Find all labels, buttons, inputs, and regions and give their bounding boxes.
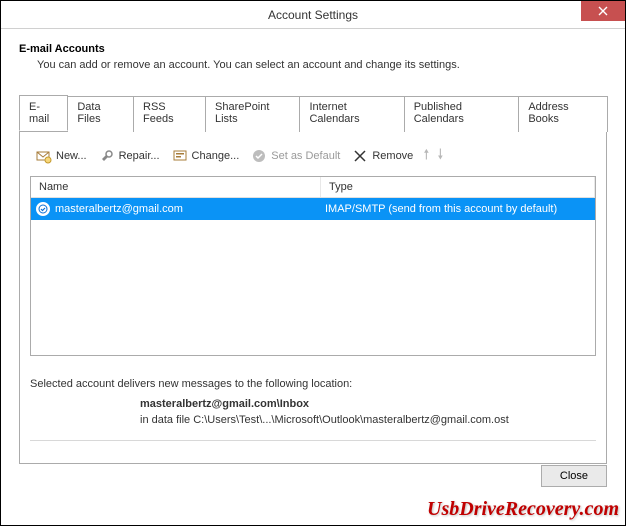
section-subheading: You can add or remove an account. You ca… <box>37 59 607 71</box>
section-heading: E-mail Accounts <box>19 43 607 55</box>
window-title: Account Settings <box>268 8 358 22</box>
col-header-type[interactable]: Type <box>321 177 595 197</box>
delivery-info: Selected account delivers new messages t… <box>30 378 596 426</box>
new-mail-icon <box>36 148 52 164</box>
dialog-footer: Close <box>541 465 607 487</box>
change-label: Change... <box>192 150 240 162</box>
new-button[interactable]: New... <box>32 146 91 166</box>
check-icon <box>251 148 267 164</box>
remove-label: Remove <box>372 150 413 162</box>
close-button[interactable]: Close <box>541 465 607 487</box>
delivery-path: in data file C:\Users\Test\...\Microsoft… <box>140 414 596 426</box>
new-label: New... <box>56 150 87 162</box>
toolbar: New... Repair... Change... <box>30 140 596 176</box>
move-up-icon: 🠕 <box>421 144 431 168</box>
account-list: Name Type masteralbertz@gmail.com IMAP/S… <box>30 176 596 356</box>
tab-data-files[interactable]: Data Files <box>67 96 134 132</box>
change-button[interactable]: Change... <box>168 146 244 166</box>
list-item[interactable]: masteralbertz@gmail.com IMAP/SMTP (send … <box>31 198 595 220</box>
remove-icon <box>352 148 368 164</box>
tab-address-books[interactable]: Address Books <box>518 96 608 132</box>
tab-published-calendars[interactable]: Published Calendars <box>404 96 520 132</box>
tab-rss-feeds[interactable]: RSS Feeds <box>133 96 206 132</box>
account-name: masteralbertz@gmail.com <box>55 203 325 215</box>
list-header: Name Type <box>31 177 595 198</box>
col-header-name[interactable]: Name <box>31 177 321 197</box>
divider <box>30 440 596 441</box>
delivery-label: Selected account delivers new messages t… <box>30 378 596 390</box>
remove-button[interactable]: Remove <box>348 146 417 166</box>
window-close-button[interactable] <box>581 1 625 21</box>
tab-strip: E-mail Data Files RSS Feeds SharePoint L… <box>19 95 607 132</box>
watermark: UsbDriveRecovery.com <box>427 498 619 521</box>
repair-button[interactable]: Repair... <box>95 146 164 166</box>
close-icon <box>598 6 608 16</box>
tab-internet-calendars[interactable]: Internet Calendars <box>299 96 404 132</box>
set-default-button: Set as Default <box>247 146 344 166</box>
tab-panel: New... Repair... Change... <box>19 132 607 464</box>
tab-sharepoint-lists[interactable]: SharePoint Lists <box>205 96 300 132</box>
titlebar: Account Settings <box>1 1 625 29</box>
default-account-icon <box>35 201 51 217</box>
set-default-label: Set as Default <box>271 150 340 162</box>
change-icon <box>172 148 188 164</box>
delivery-folder: masteralbertz@gmail.com\Inbox <box>140 398 596 410</box>
account-type: IMAP/SMTP (send from this account by def… <box>325 203 591 215</box>
tab-email[interactable]: E-mail <box>19 95 68 131</box>
move-down-icon: 🠗 <box>435 144 445 168</box>
repair-icon <box>99 148 115 164</box>
repair-label: Repair... <box>119 150 160 162</box>
